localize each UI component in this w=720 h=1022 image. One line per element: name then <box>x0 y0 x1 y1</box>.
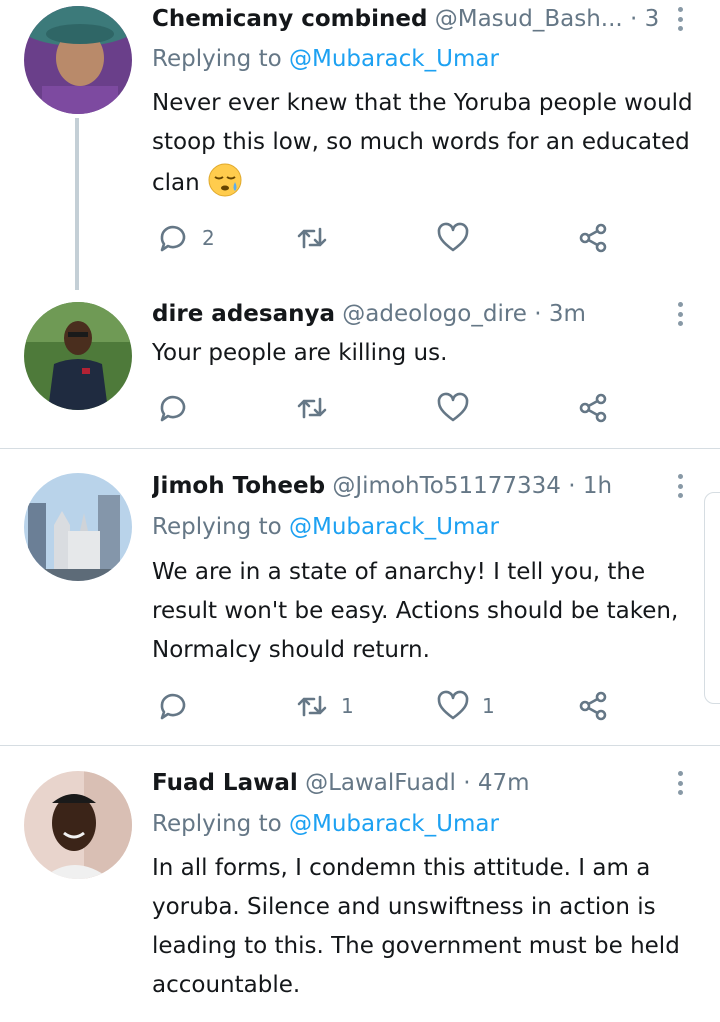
retweet-icon <box>297 695 327 717</box>
timestamp[interactable]: 1h <box>583 473 612 499</box>
tweet-text: Your people are killing us. <box>152 334 697 373</box>
tweet[interactable]: Fuad Lawal @LawalFuadl · 47m Replying to… <box>0 746 720 1022</box>
timestamp[interactable]: 3m <box>549 301 586 327</box>
replying-to: Replying to @Mubarack_Umar <box>152 809 499 839</box>
heart-icon <box>437 690 469 720</box>
retweet-button[interactable] <box>295 388 341 428</box>
tweet-header: Jimoh Toheeb @JimohTo51177334 · 1h <box>152 471 660 501</box>
handle[interactable]: @JimohTo51177334 <box>332 473 561 499</box>
tweet-text: In all forms, I condemn this attitude. I… <box>152 849 697 1005</box>
retweet-icon <box>297 397 327 419</box>
like-button[interactable] <box>436 388 482 428</box>
tweet-text: Never ever knew that the Yoruba people w… <box>152 84 697 203</box>
separator-dot: · <box>568 473 576 499</box>
avatar[interactable] <box>24 771 132 879</box>
reply-button[interactable]: 2 <box>156 218 215 258</box>
share-button[interactable] <box>576 686 610 726</box>
handle[interactable]: @LawalFuadl <box>305 770 456 796</box>
replying-label: Replying to <box>152 46 282 72</box>
display-name[interactable]: Fuad Lawal <box>152 770 298 796</box>
replying-to: Replying to @Mubarack_Umar <box>152 512 499 542</box>
more-vertical-icon[interactable] <box>674 4 686 34</box>
heart-icon <box>437 222 469 252</box>
tweet-actions: 2 <box>152 218 632 258</box>
retweet-button[interactable]: 1 <box>295 686 354 726</box>
like-count: 1 <box>482 694 495 718</box>
reply-button[interactable] <box>156 686 202 726</box>
avatar[interactable] <box>24 6 132 114</box>
mention-link[interactable]: @Mubarack_Umar <box>289 514 499 540</box>
tweet[interactable]: Chemicany combined @Masud_Bash... · 39m … <box>0 0 720 290</box>
separator-dot: · <box>534 301 542 327</box>
tweet-actions: 1 1 <box>152 686 632 726</box>
mention-link[interactable]: @Mubarack_Umar <box>289 811 499 837</box>
timestamp[interactable]: 47m <box>478 770 530 796</box>
handle[interactable]: @Masud_Bash... <box>435 6 623 32</box>
share-icon <box>579 223 607 253</box>
reply-count: 2 <box>202 226 215 250</box>
separator-dot: · <box>463 770 471 796</box>
tweet-header: Fuad Lawal @LawalFuadl · 47m <box>152 768 660 798</box>
tweet[interactable]: dire adesanya @adeologo_dire · 3m Your p… <box>0 290 720 448</box>
tweet-text-content: In all forms, I condemn this attitude. I… <box>152 855 680 998</box>
avatar[interactable] <box>24 302 132 410</box>
separator-dot: · <box>630 6 638 32</box>
tweet[interactable]: Jimoh Toheeb @JimohTo51177334 · 1h Reply… <box>0 449 720 745</box>
tweet-text-content: Your people are killing us. <box>152 340 448 366</box>
replying-to: Replying to @Mubarack_Umar <box>152 44 499 74</box>
avatar[interactable] <box>24 473 132 581</box>
retweet-icon <box>297 227 327 249</box>
tweet-text: We are in a state of anarchy! I tell you… <box>152 553 697 670</box>
tweet-actions <box>152 388 632 428</box>
thread-line <box>75 118 79 290</box>
replying-label: Replying to <box>152 514 282 540</box>
reply-icon <box>160 395 186 422</box>
tweet-header: Chemicany combined @Masud_Bash... · 39m <box>152 4 660 34</box>
sleepy-face-icon <box>208 163 242 197</box>
retweet-button[interactable] <box>295 218 341 258</box>
display-name[interactable]: Jimoh Toheeb <box>152 473 325 499</box>
tweet-header: dire adesanya @adeologo_dire · 3m <box>152 299 660 329</box>
heart-icon <box>437 392 469 422</box>
mention-link[interactable]: @Mubarack_Umar <box>289 46 499 72</box>
scrollbar[interactable] <box>704 492 720 704</box>
more-vertical-icon[interactable] <box>674 768 686 798</box>
share-button[interactable] <box>576 218 610 258</box>
retweet-count: 1 <box>341 694 354 718</box>
like-button[interactable]: 1 <box>436 686 495 726</box>
tweet-text-content: We are in a state of anarchy! I tell you… <box>152 559 679 663</box>
reply-button[interactable] <box>156 388 202 428</box>
share-icon <box>579 393 607 423</box>
display-name[interactable]: dire adesanya <box>152 301 335 327</box>
more-vertical-icon[interactable] <box>674 299 686 329</box>
share-icon <box>579 691 607 721</box>
display-name[interactable]: Chemicany combined <box>152 6 427 32</box>
reply-icon <box>160 225 186 252</box>
more-vertical-icon[interactable] <box>674 471 686 501</box>
handle[interactable]: @adeologo_dire <box>342 301 527 327</box>
timestamp[interactable]: 39m <box>645 6 660 32</box>
like-button[interactable] <box>436 218 482 258</box>
replying-label: Replying to <box>152 811 282 837</box>
reply-icon <box>160 693 186 720</box>
share-button[interactable] <box>576 388 610 428</box>
